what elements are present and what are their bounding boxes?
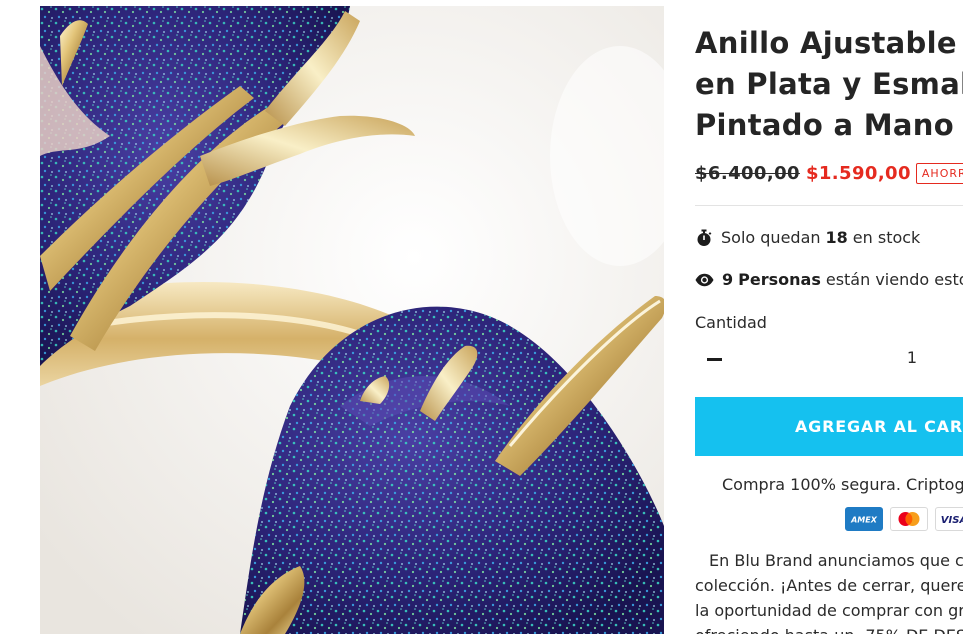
viewers-suffix: están viendo esto: [825, 270, 963, 289]
description-line3: la oportunidad de comprar con grandes de…: [695, 601, 963, 620]
add-to-cart-label: AGREGAR AL CARRITO: [795, 417, 963, 436]
amex-icon: AMEX: [845, 507, 883, 531]
product-page: Anillo Ajustable de Dragón en Plata y Es…: [0, 0, 963, 634]
product-info-panel: Anillo Ajustable de Dragón en Plata y Es…: [695, 0, 963, 634]
stock-indicator: Solo quedan 18 en stock: [695, 228, 920, 247]
mastercard-icon: [890, 507, 928, 531]
live-viewers: 9 Personas están viendo esto: [695, 270, 963, 289]
payment-methods: AMEX VISA: [845, 507, 963, 531]
svg-text:VISA: VISA: [941, 515, 963, 525]
eye-icon: [695, 273, 714, 286]
product-description: En Blu Brand anunciamos que cerramos la …: [695, 548, 963, 634]
description-line2: colección. ¡Antes de cerrar, queremos da…: [695, 576, 963, 595]
price-row: $6.400,00 $1.590,00 AHORRA 75%: [695, 163, 963, 184]
divider: [695, 205, 963, 206]
old-price: $6.400,00: [695, 163, 800, 184]
stock-prefix: Solo quedan: [721, 228, 821, 247]
minus-icon: [706, 357, 722, 361]
viewers-label: Personas: [738, 270, 821, 289]
dragon-ring-photo: [40, 6, 664, 634]
product-title: Anillo Ajustable de Dragón en Plata y Es…: [695, 23, 963, 146]
description-line4: ofreciendo hasta un -75% DE DESCUENTO: [695, 626, 963, 634]
add-to-cart-button[interactable]: AGREGAR AL CARRITO: [695, 397, 963, 456]
quantity-input[interactable]: [895, 348, 929, 367]
svg-text:AMEX: AMEX: [850, 516, 878, 525]
stock-suffix: en stock: [852, 228, 921, 247]
product-title-line3: Pintado a Mano: [695, 108, 954, 142]
quantity-decrease-button[interactable]: [701, 346, 727, 372]
product-title-line2: en Plata y Esmalte: [695, 67, 963, 101]
product-image[interactable]: [40, 6, 664, 634]
viewers-count: 9: [722, 270, 734, 289]
sale-price: $1.590,00: [805, 163, 911, 184]
quantity-label: Cantidad: [695, 313, 767, 332]
secure-checkout-note: Compra 100% segura. Criptografía SSL: [722, 475, 963, 494]
visa-icon: VISA: [935, 507, 963, 531]
discount-badge: AHORRA 75%: [915, 163, 963, 184]
stock-count: 18: [825, 228, 848, 247]
product-title-line1: Anillo Ajustable de Dragón: [695, 26, 963, 60]
description-line1: En Blu Brand anunciamos que cerramos la: [709, 551, 963, 570]
stopwatch-icon: [697, 229, 712, 246]
